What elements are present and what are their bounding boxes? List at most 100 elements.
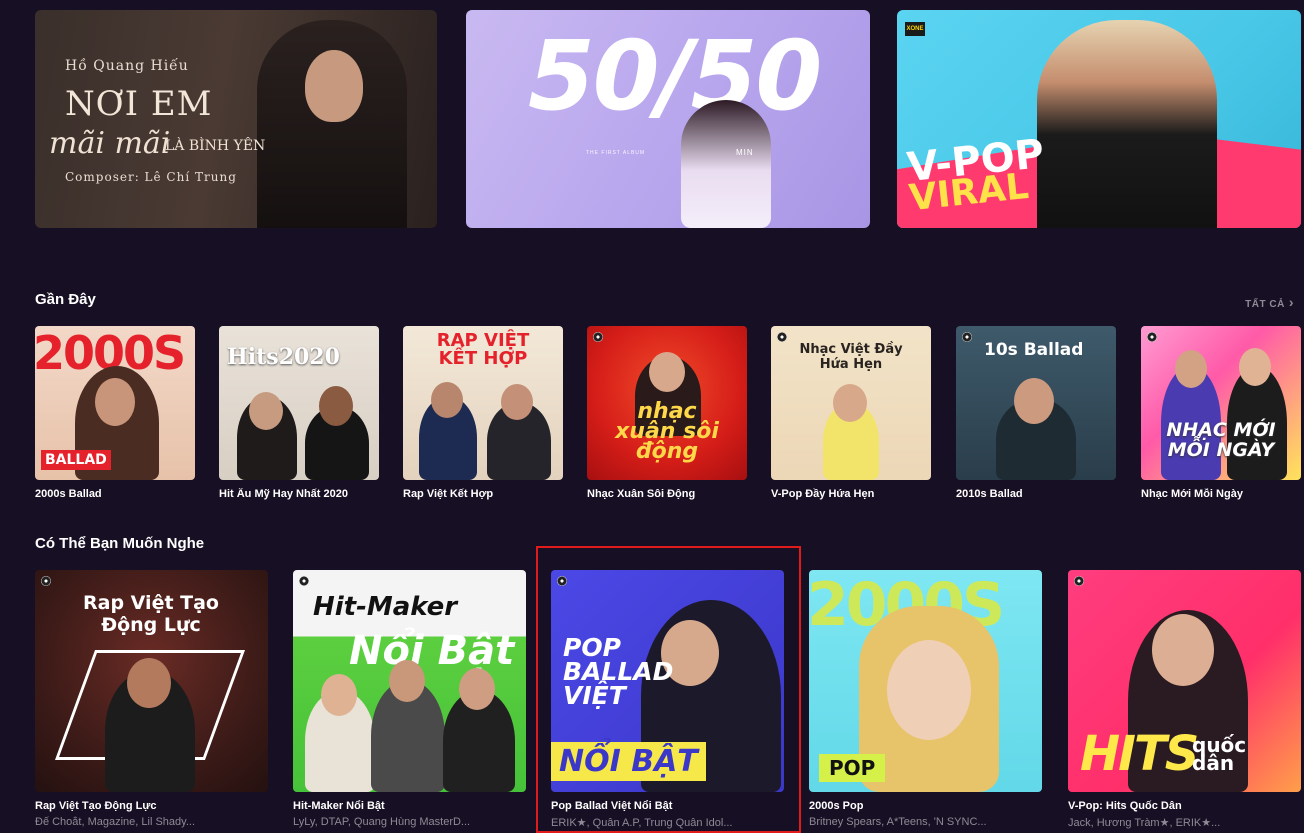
playlist-card[interactable]: 2000S BALLAD 2000s Ballad — [35, 326, 195, 500]
artist-face — [887, 640, 971, 740]
playlist-thumbnail: POP BALLAD VIỆT NỔI BẬT — [551, 570, 784, 792]
thumbnail-text: POP BALLAD VIỆT — [563, 633, 674, 710]
thumbnail-text: HITS — [1080, 726, 1199, 782]
playlist-title[interactable]: Rap Việt Kết Hợp — [403, 488, 563, 500]
playlist-card[interactable]: RAP VIỆT KẾT HỢP Rap Việt Kết Hợp — [403, 326, 563, 500]
artist-face — [501, 384, 533, 420]
playlist-artists[interactable]: LyLy, DTAP, Quang Hùng MasterD... — [293, 816, 526, 828]
artist-face — [649, 352, 685, 392]
artist-face — [1239, 348, 1271, 386]
playlist-title[interactable]: Pop Ballad Việt Nổi Bật — [551, 800, 784, 812]
playlist-artists[interactable]: Jack, Hương Tràm★, ERIK★... — [1068, 816, 1301, 829]
playlist-thumbnail: RAP VIỆT KẾT HỢP — [403, 326, 563, 480]
artist-face — [431, 382, 463, 418]
disc-icon — [962, 332, 972, 342]
disc-icon — [557, 576, 567, 586]
playlist-artists[interactable]: Đế Choắt, Magazine, Lil Shady... — [35, 816, 268, 828]
playlist-title[interactable]: Rap Việt Tạo Động Lực — [35, 800, 268, 812]
artist-face — [1014, 378, 1054, 424]
playlist-title[interactable]: 2000s Ballad — [35, 488, 195, 500]
playlist-artists[interactable]: Britney Spears, A*Teens, 'N SYNC... — [809, 816, 1042, 828]
see-all-label: TẤT CẢ — [1245, 299, 1285, 310]
see-all-link[interactable]: TẤT CẢ › — [1245, 294, 1294, 310]
playlist-card[interactable]: Hits2020 Hit Âu Mỹ Hay Nhất 2020 — [219, 326, 379, 500]
playlist-title[interactable]: Nhạc Xuân Sôi Động — [587, 488, 747, 500]
disc-icon — [299, 576, 309, 586]
thumbnail-text: NHẠC MỚI MỖI NGÀY — [1166, 419, 1276, 461]
artist-face — [833, 384, 867, 422]
playlist-thumbnail: nhạc xuân sôi động — [587, 326, 747, 480]
disc-icon — [41, 576, 51, 586]
playlist-card[interactable]: NHẠC MỚI MỖI NGÀY Nhạc Mới Mỗi Ngày — [1141, 326, 1301, 500]
recent-playlists-row: 2000S BALLAD 2000s Ballad Hits2020 Hit Â… — [35, 326, 1301, 506]
banner-subtitle: THE FIRST ALBUM — [586, 150, 646, 156]
playlist-card[interactable]: 2000S POP 2000s Pop Britney Spears, A*Te… — [809, 570, 1042, 828]
playlist-thumbnail: NHẠC MỚI MỖI NGÀY — [1141, 326, 1301, 480]
playlist-thumbnail: 10s Ballad — [956, 326, 1116, 480]
thumbnail-text: quốc dân — [1192, 733, 1247, 775]
artist-face — [389, 660, 425, 702]
thumbnail-text: Rap Việt Tạo Động Lực — [83, 592, 219, 636]
banner-composer: Composer: Lê Chí Trung — [65, 170, 237, 184]
disc-icon — [777, 332, 787, 342]
disc-icon — [1074, 576, 1084, 586]
playlist-thumbnail: Hits2020 — [219, 326, 379, 480]
chevron-right-icon: › — [1288, 294, 1294, 310]
artist-face — [319, 386, 353, 426]
banner-carousel: Hồ Quang Hiếu NƠI EM mãi mãi LÀ BÌNH YÊN… — [35, 10, 1301, 228]
thumbnail-badge: NỔI BẬT — [551, 742, 706, 781]
playlist-title[interactable]: 2010s Ballad — [956, 488, 1116, 500]
xone-logo: XONE — [905, 22, 925, 36]
banner-50-50[interactable]: 50/50 THE FIRST ALBUM MIN — [466, 10, 870, 228]
playlist-title[interactable]: Hit Âu Mỹ Hay Nhất 2020 — [219, 488, 379, 500]
suggested-playlists-row: Rap Việt Tạo Động Lực Rap Việt Tạo Động … — [35, 570, 1301, 833]
artist-face — [1175, 350, 1207, 388]
playlist-card[interactable]: Nhạc Việt Đầy Hứa Hẹn V-Pop Đầy Hứa Hẹn — [771, 326, 931, 500]
playlist-card[interactable]: Rap Việt Tạo Động Lực Rap Việt Tạo Động … — [35, 570, 268, 828]
artist-face — [459, 668, 495, 710]
disc-icon — [593, 332, 603, 342]
playlist-thumbnail: Hit-Maker Nổi Bật — [293, 570, 526, 792]
thumbnail-badge: BALLAD — [41, 450, 111, 470]
playlist-title[interactable]: 2000s Pop — [809, 800, 1042, 812]
banner-artist-image — [1037, 20, 1217, 228]
banner-title: NƠI EM — [65, 84, 213, 124]
playlist-thumbnail: 2000S POP — [809, 570, 1042, 792]
artist-face — [249, 392, 283, 430]
playlist-artists[interactable]: ERIK★, Quân A.P, Trung Quân Idol... — [551, 816, 784, 829]
banner-artist-image — [681, 100, 771, 228]
playlist-thumbnail: 2000S BALLAD — [35, 326, 195, 480]
playlist-thumbnail: Nhạc Việt Đầy Hứa Hẹn — [771, 326, 931, 480]
playlist-card[interactable]: POP BALLAD VIỆT NỔI BẬT Pop Ballad Việt … — [551, 570, 784, 829]
banner-script-text: mãi mãi — [49, 126, 171, 161]
playlist-title[interactable]: Nhạc Mới Mỗi Ngày — [1141, 488, 1301, 500]
thumbnail-badge: POP — [819, 754, 886, 782]
banner-noi-em-mai-mai[interactable]: Hồ Quang Hiếu NƠI EM mãi mãi LÀ BÌNH YÊN… — [35, 10, 437, 228]
section-title-recent: Gần Đây — [35, 291, 96, 308]
playlist-title[interactable]: Hit-Maker Nổi Bật — [293, 800, 526, 812]
thumbnail-text: 10s Ballad — [984, 340, 1084, 360]
thumbnail-text: RAP VIỆT KẾT HỢP — [436, 330, 530, 369]
section-title-suggestions: Có Thể Bạn Muốn Nghe — [35, 535, 205, 552]
playlist-card[interactable]: nhạc xuân sôi động Nhạc Xuân Sôi Động — [587, 326, 747, 500]
thumbnail-text: Nổi Bật — [349, 628, 515, 674]
thumbnail-text: Nhạc Việt Đầy Hứa Hẹn — [799, 342, 903, 372]
thumbnail-text: Hits2020 — [227, 344, 340, 370]
artist-face — [321, 674, 357, 716]
playlist-card[interactable]: Hit-Maker Nổi Bật Hit-Maker Nổi Bật LyLy… — [293, 570, 526, 828]
playlist-title[interactable]: V-Pop: Hits Quốc Dân — [1068, 800, 1301, 812]
banner-title: 50/50 — [528, 20, 822, 132]
playlist-card[interactable]: HITS quốc dân V-Pop: Hits Quốc Dân Jack,… — [1068, 570, 1301, 829]
banner-artist-face — [305, 50, 363, 122]
banner-subtitle: LÀ BÌNH YÊN — [165, 138, 266, 154]
thumbnail-text: Hit-Maker — [313, 592, 458, 622]
banner-artist-name: MIN — [736, 148, 754, 157]
playlist-thumbnail: Rap Việt Tạo Động Lực — [35, 570, 268, 792]
artist-face — [127, 658, 171, 708]
playlist-card[interactable]: 10s Ballad 2010s Ballad — [956, 326, 1116, 500]
playlist-thumbnail: HITS quốc dân — [1068, 570, 1301, 792]
playlist-title[interactable]: V-Pop Đầy Hứa Hẹn — [771, 488, 931, 500]
artist-face — [95, 378, 135, 426]
banner-vpop-viral[interactable]: XONE V-POP VIRAL — [897, 10, 1301, 228]
artist-face — [1152, 614, 1214, 686]
